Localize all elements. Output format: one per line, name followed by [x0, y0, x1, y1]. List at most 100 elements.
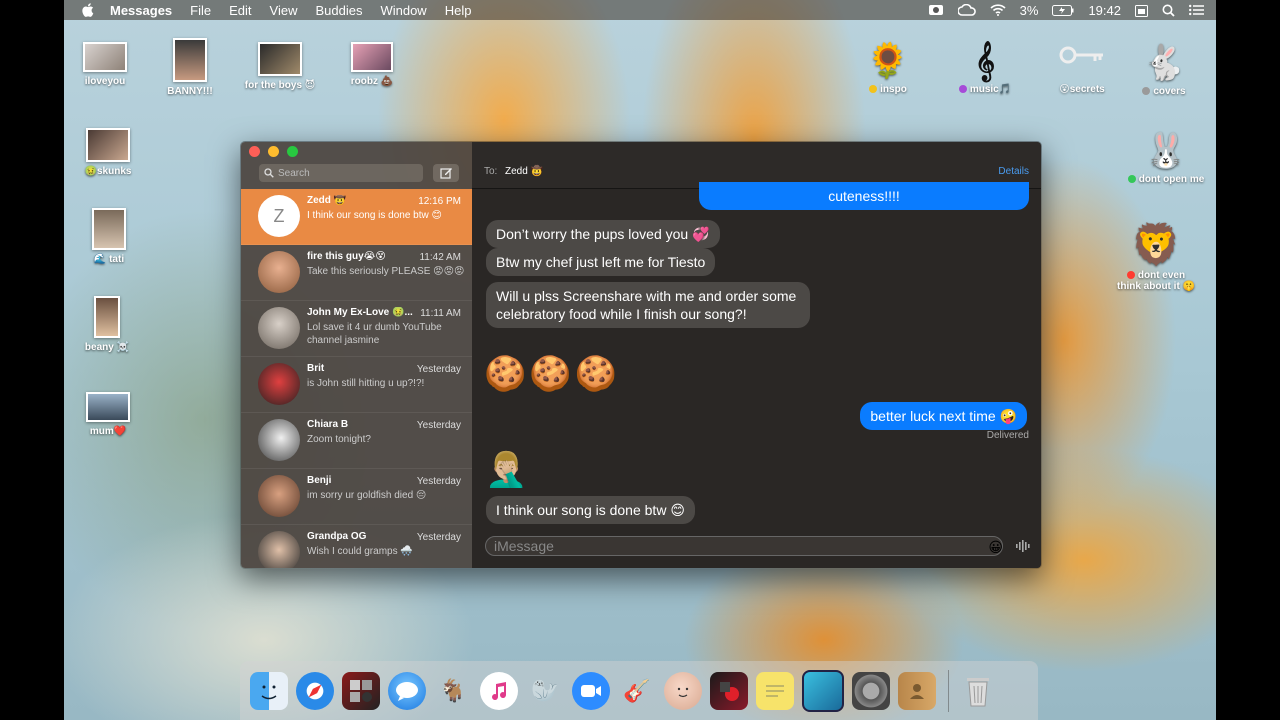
notification-center-icon[interactable] [1189, 4, 1204, 16]
desktop-icon-label: 🤢skunks [84, 166, 132, 177]
stickies-icon[interactable] [756, 671, 794, 710]
audio-message-icon[interactable] [1015, 539, 1031, 558]
conversation-preview: Lol save it 4 ur dumb YouTube channel ja… [307, 322, 442, 346]
conversation-time: Yesterday [416, 532, 461, 543]
conversation-preview: im sorry ur goldfish died 😔 [307, 490, 427, 501]
emoji-picker-icon[interactable]: 😀 [988, 539, 1003, 556]
desktop-folder-covers[interactable]: 🐇 covers [1134, 40, 1194, 97]
messages-icon[interactable] [388, 671, 426, 710]
desktop-folder-secrets[interactable]: 😮secrets [1054, 40, 1110, 95]
desktop-icon-label: roobz 💩 [350, 76, 394, 87]
conversation-fire-this-guy[interactable]: fire this guy😭😵 11:42 AM Take this serio… [241, 245, 472, 301]
search-field[interactable]: Search [259, 164, 423, 182]
conversation-time: 12:16 PM [418, 196, 461, 207]
menu-view[interactable]: View [270, 3, 298, 18]
goat-icon[interactable]: 🐐 [434, 672, 472, 710]
menu-app-name[interactable]: Messages [110, 3, 172, 18]
conversation-john[interactable]: John My Ex-Love 🤢... 11:11 AM Lol save i… [241, 301, 472, 357]
camera-icon[interactable] [928, 4, 944, 16]
clock[interactable]: 19:42 [1088, 3, 1121, 18]
conversation-grandpa[interactable]: Grandpa OG Yesterday Wish I could gramps… [241, 525, 472, 568]
desktop-folder-iloveyou[interactable]: iloveyou [80, 42, 130, 87]
wifi-icon[interactable] [990, 4, 1006, 16]
compose-icon [439, 168, 452, 179]
details-button[interactable]: Details [998, 166, 1029, 177]
search-icon [264, 168, 274, 178]
conversation-name: Chiara B [307, 419, 349, 430]
system-preferences-icon[interactable] [852, 671, 890, 710]
trash-icon[interactable] [959, 672, 997, 710]
desktop-folder-music[interactable]: 𝄞 music🎵 [954, 38, 1016, 95]
conversation-name: Zedd 🤠 [307, 195, 347, 206]
message-transcript[interactable]: cuteness!!!! Don’t worry the pups loved … [472, 182, 1041, 528]
tag-dot-gray [1142, 87, 1151, 96]
conversation-zedd[interactable]: Z Zedd 🤠 12:16 PM I think our song is do… [241, 189, 472, 245]
contacts-icon[interactable] [898, 671, 936, 710]
finder-icon[interactable] [250, 671, 288, 710]
menu-help[interactable]: Help [445, 3, 472, 18]
photobooth-red-icon[interactable] [710, 671, 748, 710]
photo-booth-icon[interactable] [342, 671, 380, 710]
avatar [258, 251, 300, 293]
desktop-folder-dont-open-me[interactable]: 🐰 dont open me [1124, 128, 1208, 185]
dock-separator [948, 669, 949, 712]
zoom-icon[interactable] [572, 671, 610, 710]
recipient-name[interactable]: Zedd 🤠 [505, 166, 543, 177]
menu-edit[interactable]: Edit [229, 3, 251, 18]
safari-icon[interactable] [296, 671, 334, 710]
battery-percent: 3% [1019, 2, 1039, 18]
compose-button[interactable] [433, 164, 459, 182]
conversation-chiara[interactable]: Chiara B Yesterday Zoom tonight? [241, 413, 472, 469]
photo-thumbnail [86, 128, 130, 162]
desktop-folder-dont-even-think[interactable]: 🦁 dont even think about it 🤫 [1114, 220, 1198, 292]
desktop-folder-tati[interactable]: 🌊 tati [84, 208, 134, 265]
photo-thumbnail [258, 42, 302, 76]
menu-buddies[interactable]: Buddies [315, 3, 362, 18]
photo-thumbnail [351, 42, 393, 72]
desktop-icon-label: 🌊 tati [93, 254, 125, 265]
delivered-status: Delivered [986, 430, 1029, 441]
spotlight-search-icon[interactable] [1162, 4, 1175, 17]
message-bubble-outgoing: cuteness!!!! [699, 182, 1029, 210]
key-icon [1054, 40, 1110, 84]
calendar-icon[interactable] [1135, 4, 1148, 17]
minimize-button[interactable] [268, 146, 279, 157]
garageband-icon[interactable]: 🎸 [618, 672, 656, 710]
desktop-folder-for-the-boys[interactable]: for the boys 😈 [240, 42, 320, 91]
message-bubble-incoming: I think our song is done btw 😊 [486, 496, 695, 524]
conversation-time: Yesterday [416, 364, 461, 375]
menu-file[interactable]: File [190, 3, 211, 18]
messages-window: Search Z Zedd 🤠 12:16 PM I think our son… [240, 141, 1042, 569]
message-input[interactable]: iMessage [485, 536, 1003, 556]
itunes-icon[interactable] [480, 671, 518, 710]
seal-icon[interactable]: 🦭 [526, 672, 564, 710]
desktop-icon-label: 😮secrets [1059, 84, 1105, 95]
avatar [258, 475, 300, 517]
apple-icon[interactable] [82, 3, 96, 17]
zoom-button[interactable] [287, 146, 298, 157]
preview-icon[interactable] [802, 669, 844, 712]
search-placeholder: Search [278, 167, 310, 179]
desktop-icon-label: for the boys 😈 [244, 80, 316, 91]
conversation-preview: is John still hitting u up?!?! [307, 378, 425, 389]
close-button[interactable] [249, 146, 260, 157]
desktop-folder-skunks[interactable]: 🤢skunks [80, 128, 136, 177]
face-icon[interactable] [664, 671, 702, 710]
desktop-icon-label: covers [1153, 86, 1186, 97]
creative-cloud-icon[interactable] [957, 4, 976, 16]
tag-dot-red [1126, 271, 1135, 280]
tag-dot-purple [958, 85, 967, 94]
photo-thumbnail [83, 42, 127, 72]
menu-window[interactable]: Window [380, 3, 426, 18]
conversation-name: Brit [307, 363, 325, 374]
conversation-benji[interactable]: Benji Yesterday im sorry ur goldfish die… [241, 469, 472, 525]
desktop-folder-roobz[interactable]: roobz 💩 [344, 42, 400, 87]
desktop-folder-mum[interactable]: mum❤️ [82, 392, 134, 437]
conversation-brit[interactable]: Brit Yesterday is John still hitting u u… [241, 357, 472, 413]
battery-icon[interactable] [1052, 4, 1074, 16]
desktop-folder-banny[interactable]: BANNY!!! [164, 38, 216, 97]
desktop-folder-beany[interactable]: beany ☠️ [82, 296, 132, 353]
tag-dot-green [1127, 175, 1136, 184]
desktop-folder-inspo[interactable]: 🌻 inspo [860, 38, 916, 95]
conversation-preview: I think our song is done btw 😊 [307, 210, 442, 221]
